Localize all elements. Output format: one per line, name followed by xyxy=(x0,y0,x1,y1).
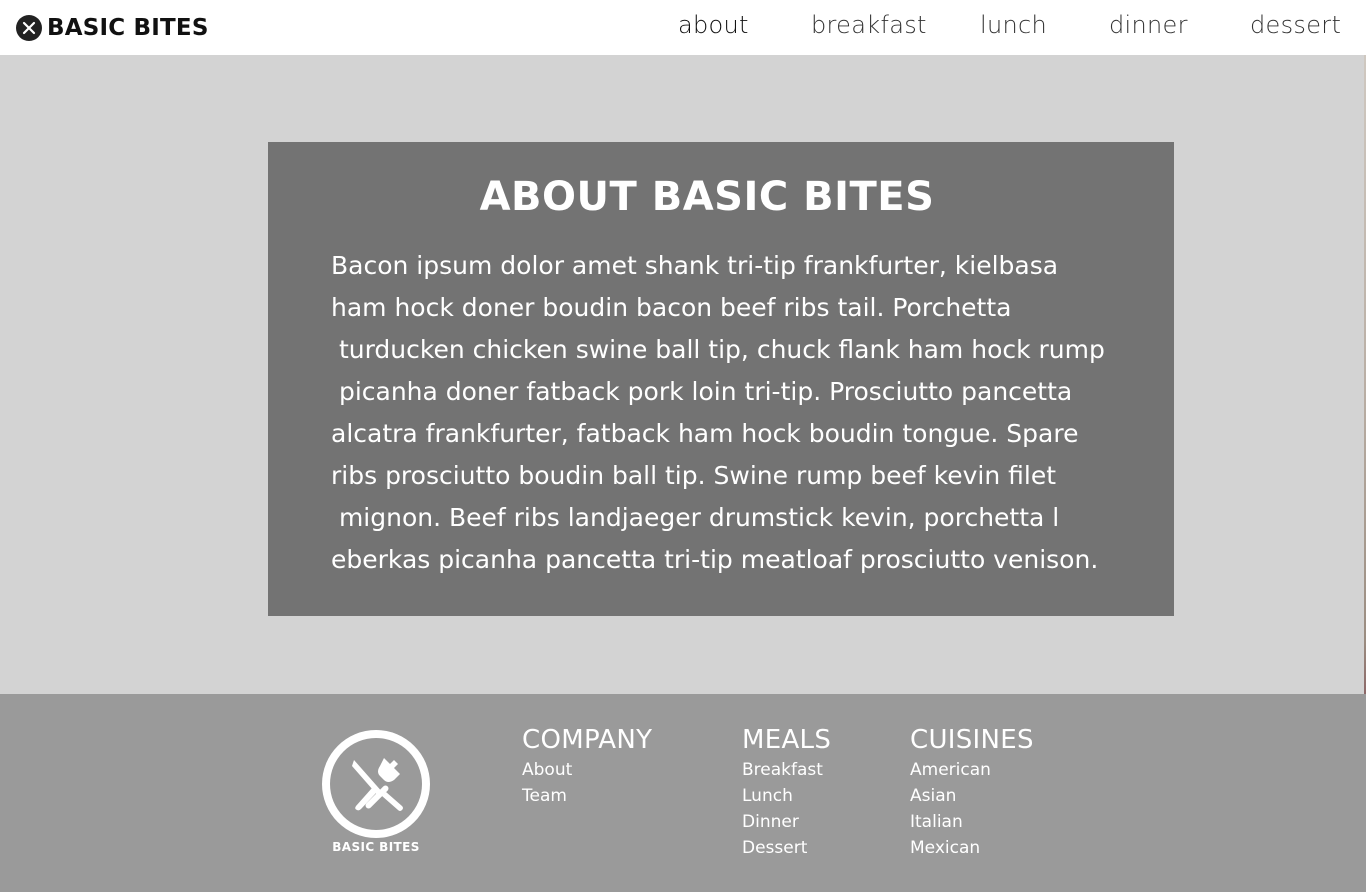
about-text-line: picanha doner fatback pork loin tri-tip.… xyxy=(331,377,1073,406)
about-text-line: alcatra frankfurter, fatback ham hock bo… xyxy=(331,419,1079,448)
footer-heading-meals: MEALS xyxy=(742,725,832,755)
footer-link-mexican[interactable]: Mexican xyxy=(910,835,1034,861)
footer-column-cuisines: CUISINES American Asian Italian Mexican xyxy=(910,724,1034,861)
about-text: Bacon ipsum dolor amet shank tri-tip fra… xyxy=(331,245,1131,581)
footer-link-about[interactable]: About xyxy=(522,757,652,783)
fork-knife-icon xyxy=(16,15,42,41)
footer-link-dessert[interactable]: Dessert xyxy=(742,835,831,861)
footer-link-asian[interactable]: Asian xyxy=(910,783,1034,809)
fork-knife-icon xyxy=(330,738,422,830)
nav-about[interactable]: about xyxy=(678,11,749,39)
nav-dinner[interactable]: dinner xyxy=(1109,11,1188,39)
about-title: ABOUT BASIC BITES xyxy=(479,174,935,220)
about-text-line: eberkas picanha pancetta tri-tip meatloa… xyxy=(331,545,1099,574)
footer-link-team[interactable]: Team xyxy=(522,783,652,809)
top-navbar: BASIC BITES about breakfast lunch dinner… xyxy=(0,0,1366,55)
nav-dessert[interactable]: dessert xyxy=(1250,11,1341,39)
footer-heading-cuisines: CUISINES xyxy=(910,725,1034,755)
about-text-line: ham hock doner boudin bacon beef ribs ta… xyxy=(331,293,1012,322)
about-text-line: Bacon ipsum dolor amet shank tri-tip fra… xyxy=(331,251,1059,280)
footer-column-meals: MEALS Breakfast Lunch Dinner Dessert xyxy=(742,724,831,861)
brand-logo[interactable]: BASIC BITES xyxy=(16,14,209,42)
about-text-line: mignon. Beef ribs landjaeger drumstick k… xyxy=(331,503,1060,532)
footer-logo[interactable] xyxy=(322,730,430,838)
footer-column-company: COMPANY About Team xyxy=(522,724,652,809)
nav-breakfast[interactable]: breakfast xyxy=(811,11,927,39)
nav-lunch[interactable]: lunch xyxy=(980,11,1047,39)
footer-link-italian[interactable]: Italian xyxy=(910,809,1034,835)
footer-link-breakfast[interactable]: Breakfast xyxy=(742,757,831,783)
about-text-line: ribs prosciutto boudin ball tip. Swine r… xyxy=(331,461,1056,490)
footer-logo-name: BASIC BITES xyxy=(332,840,420,854)
brand-name: BASIC BITES xyxy=(47,15,209,41)
footer-link-dinner[interactable]: Dinner xyxy=(742,809,831,835)
about-text-line: turducken chicken swine ball tip, chuck … xyxy=(331,335,1105,364)
footer-heading-company: COMPANY xyxy=(522,725,653,755)
footer-link-american[interactable]: American xyxy=(910,757,1034,783)
footer xyxy=(0,694,1366,892)
footer-link-lunch[interactable]: Lunch xyxy=(742,783,831,809)
